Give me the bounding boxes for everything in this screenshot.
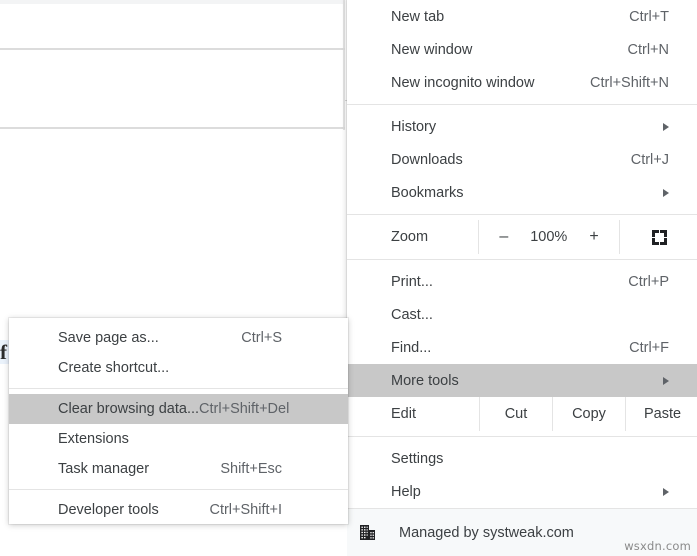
menu-item-help[interactable]: Help [347, 475, 697, 508]
edit-row: Edit Cut Copy Paste [347, 397, 697, 431]
menu-item-new-tab[interactable]: New tab Ctrl+T [347, 0, 697, 33]
menu-item-shortcut: Ctrl+Shift+Del [199, 401, 290, 417]
zoom-controls: – 100% + [478, 220, 620, 254]
menu-item-label: Extensions [58, 431, 129, 447]
zoom-label: Zoom [391, 229, 429, 245]
page-divider-1 [0, 48, 345, 50]
menu-item-label: New tab [391, 8, 445, 25]
menu-item-label: Create shortcut... [58, 360, 170, 376]
menu-separator-sub-1 [9, 388, 348, 389]
zoom-in-button[interactable]: + [589, 229, 598, 245]
menu-item-find[interactable]: Find... Ctrl+F [347, 331, 697, 364]
zoom-out-button[interactable]: – [499, 229, 508, 245]
submenu-item-clear-browsing-data[interactable]: Clear browsing data... Ctrl+Shift+Del [9, 394, 348, 424]
menu-item-shortcut: Ctrl+F [629, 339, 669, 356]
menu-item-label: More tools [391, 372, 459, 389]
menu-item-label: Clear browsing data... [58, 401, 200, 417]
menu-item-label: Bookmarks [391, 184, 464, 201]
menu-item-label: Cast... [391, 306, 433, 323]
menu-item-new-incognito-window[interactable]: New incognito window Ctrl+Shift+N [347, 66, 697, 99]
menu-item-shortcut: Shift+Esc [220, 461, 282, 477]
menu-item-label: New window [391, 41, 473, 58]
menu-item-shortcut: Ctrl+S [241, 330, 282, 346]
menu-item-label: Help [391, 483, 421, 500]
submenu-item-create-shortcut[interactable]: Create shortcut... [9, 353, 348, 383]
chevron-right-icon [663, 122, 669, 131]
zoom-row: Zoom – 100% + [347, 220, 697, 254]
page-divider-2 [0, 127, 345, 129]
more-tools-submenu[interactable]: Save page as... Ctrl+S Create shortcut... C… [9, 318, 348, 524]
submenu-item-save-page-as[interactable]: Save page as... Ctrl+S [9, 323, 348, 353]
chevron-right-icon [663, 487, 669, 496]
page-top-strip [0, 0, 345, 4]
menu-item-label: History [391, 118, 437, 135]
chevron-right-icon [663, 188, 669, 197]
menu-item-cast[interactable]: Cast... [347, 298, 697, 331]
watermark: wsxdn.com [624, 539, 691, 553]
chrome-main-menu[interactable]: New tab Ctrl+T New window Ctrl+N New incogni… [347, 0, 697, 544]
menu-item-print[interactable]: Print... Ctrl+P [347, 265, 697, 298]
fullscreen-icon [652, 229, 667, 245]
zoom-level-value: 100% [530, 229, 568, 245]
menu-separator-3 [347, 259, 697, 260]
menu-separator-sub-2 [9, 489, 348, 490]
menu-separator-2 [347, 214, 697, 215]
menu-item-settings[interactable]: Settings [347, 442, 697, 475]
enterprise-building-icon [359, 524, 376, 541]
paste-button[interactable]: Paste [625, 397, 697, 431]
copy-button[interactable]: Copy [552, 397, 625, 431]
page-panel-edge [343, 0, 345, 130]
chevron-right-icon [663, 376, 669, 385]
menu-item-label: Print... [391, 273, 433, 290]
menu-separator-1 [347, 104, 697, 105]
menu-item-label: Find... [391, 339, 432, 356]
cut-button[interactable]: Cut [479, 397, 552, 431]
menu-item-shortcut: Ctrl+Shift+N [590, 74, 669, 91]
menu-item-label: Developer tools [58, 502, 159, 518]
menu-separator-4 [347, 436, 697, 437]
menu-item-shortcut: Ctrl+N [627, 41, 670, 58]
menu-item-downloads[interactable]: Downloads Ctrl+J [347, 143, 697, 176]
menu-item-new-window[interactable]: New window Ctrl+N [347, 33, 697, 66]
submenu-item-extensions[interactable]: Extensions [9, 424, 348, 454]
menu-item-shortcut: Ctrl+Shift+I [209, 502, 282, 518]
menu-item-shortcut: Ctrl+P [628, 273, 669, 290]
submenu-item-developer-tools[interactable]: Developer tools Ctrl+Shift+I [9, 495, 348, 525]
menu-item-bookmarks[interactable]: Bookmarks [347, 176, 697, 209]
fullscreen-button[interactable] [620, 220, 697, 254]
menu-item-shortcut: Ctrl+T [629, 8, 669, 25]
edit-label: Edit [391, 406, 416, 422]
menu-item-history[interactable]: History [347, 110, 697, 143]
menu-item-more-tools[interactable]: More tools [347, 364, 697, 397]
menu-item-label: Task manager [58, 461, 150, 477]
menu-item-shortcut: Ctrl+J [630, 151, 669, 168]
submenu-item-task-manager[interactable]: Task manager Shift+Esc [9, 454, 348, 484]
menu-item-label: New incognito window [391, 74, 535, 91]
menu-item-label: Downloads [391, 151, 463, 168]
menu-item-label: Settings [391, 450, 444, 467]
menu-item-label: Save page as... [58, 330, 159, 346]
managed-by-label: Managed by systweak.com [399, 524, 574, 541]
